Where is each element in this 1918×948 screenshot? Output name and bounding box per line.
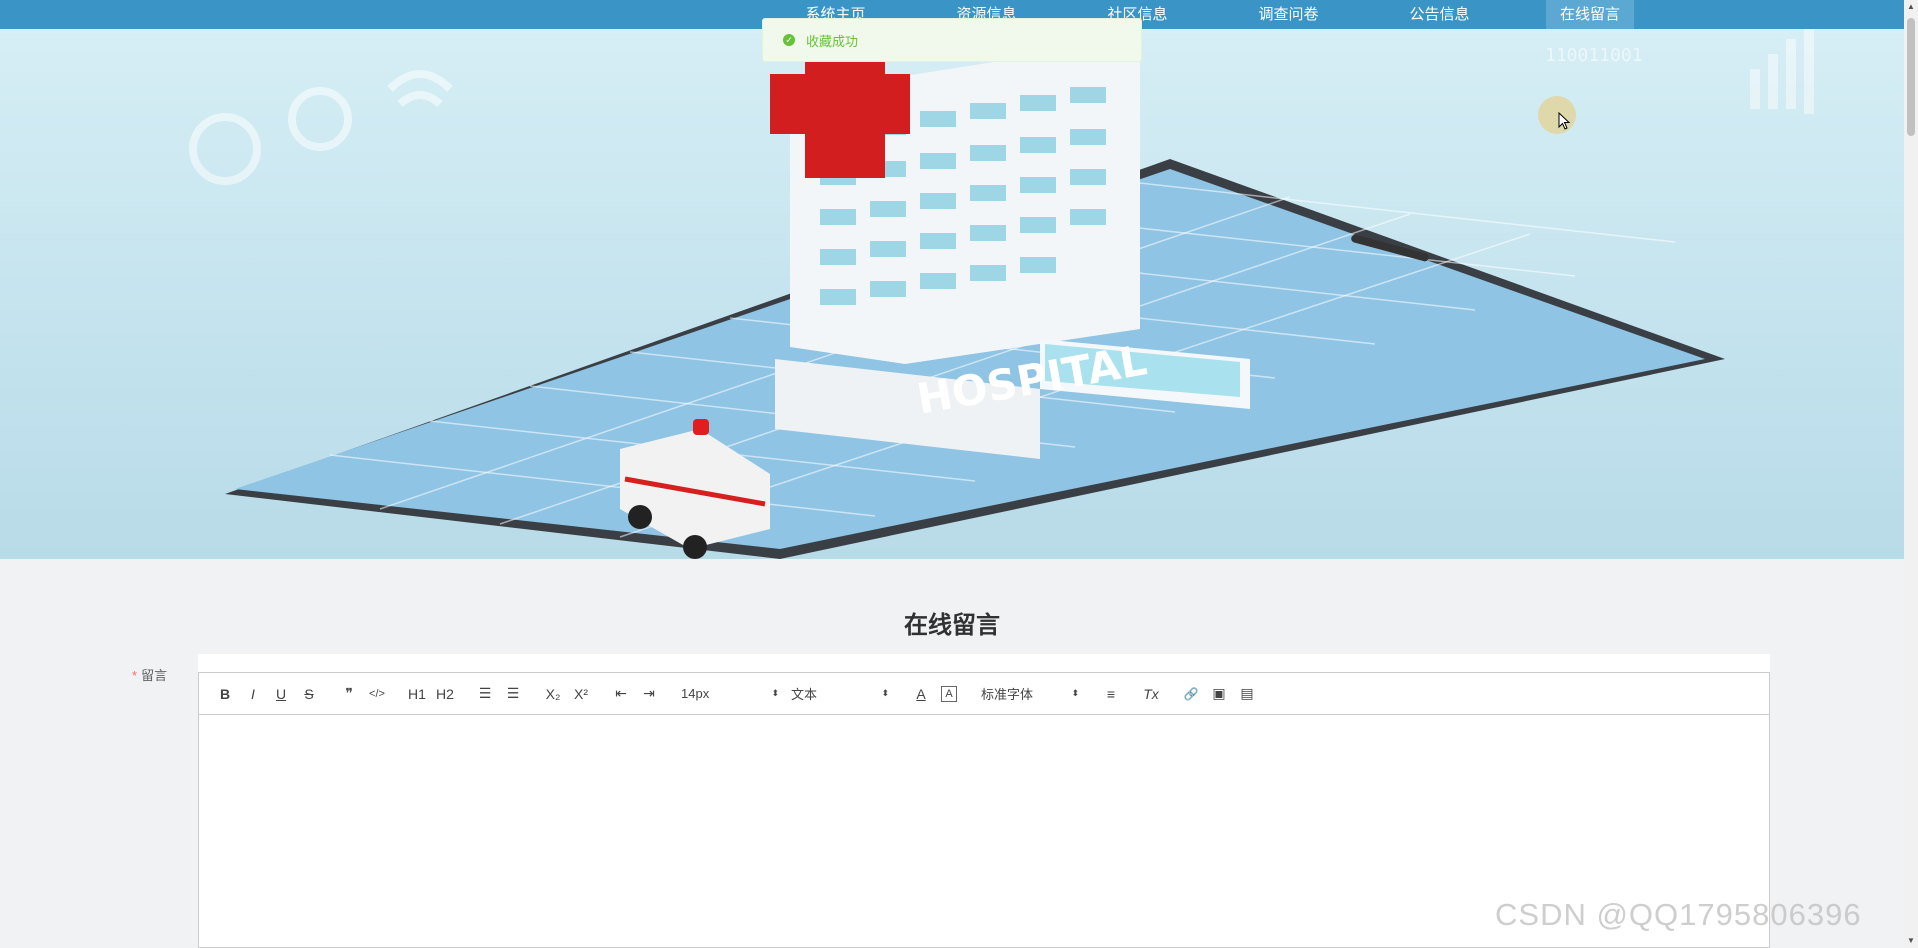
- page-scrollbar[interactable]: ▲ ▼: [1904, 0, 1918, 948]
- required-mark: *: [132, 668, 138, 683]
- image-button[interactable]: ▣: [1205, 680, 1233, 708]
- ordered-list-button[interactable]: ☰: [471, 680, 499, 708]
- font-size-value: 14px: [681, 686, 710, 701]
- check-circle-icon: ✓: [783, 34, 795, 46]
- indent-button[interactable]: ⇥: [635, 680, 663, 708]
- font-size-select[interactable]: 14px ⬍: [675, 680, 785, 708]
- nav-item-survey[interactable]: 调查问卷: [1213, 0, 1364, 29]
- header-value: 文本: [791, 687, 818, 702]
- banner-carousel: 110011001 HOSPITAL: [0, 29, 1904, 559]
- h1-button[interactable]: H1: [403, 680, 431, 708]
- nav-item-notices[interactable]: 公告信息: [1364, 0, 1515, 29]
- nav-item-messages[interactable]: 在线留言: [1546, 0, 1634, 29]
- outdent-button[interactable]: ⇤: [607, 680, 635, 708]
- scroll-up-icon[interactable]: ▲: [1904, 0, 1918, 14]
- binary-text: 110011001: [1545, 45, 1643, 66]
- italic-button[interactable]: I: [239, 680, 267, 708]
- scroll-thumb[interactable]: [1907, 18, 1915, 136]
- superscript-button[interactable]: X²: [567, 680, 595, 708]
- chevron-updown-icon: ⬍: [881, 688, 889, 698]
- align-button[interactable]: ≡: [1097, 680, 1125, 708]
- font-family-select[interactable]: 标准字体 ⬍: [975, 680, 1085, 708]
- mouse-pointer-icon: [1558, 112, 1570, 130]
- success-toast: ✓ 收藏成功: [762, 18, 1142, 62]
- signal-bars-icon: [1750, 29, 1814, 114]
- background-color-button[interactable]: A: [941, 685, 957, 702]
- video-button[interactable]: ▤: [1233, 680, 1261, 708]
- bullet-list-button[interactable]: ☰: [499, 680, 527, 708]
- cursor-highlight: [1538, 96, 1576, 134]
- font-color-button[interactable]: A: [907, 680, 935, 708]
- csdn-watermark: CSDN @QQ1795806396: [1495, 897, 1862, 932]
- clear-format-button[interactable]: Tx: [1137, 680, 1165, 708]
- chevron-updown-icon: ⬍: [1071, 688, 1079, 698]
- banner-image: 110011001 HOSPITAL: [189, 29, 1814, 559]
- page-title: 在线留言: [904, 612, 1000, 639]
- editor-top-strip: [198, 654, 1770, 672]
- subscript-button[interactable]: X₂: [539, 680, 567, 708]
- code-block-button[interactable]: </>: [363, 680, 391, 708]
- underline-button[interactable]: U: [267, 680, 295, 708]
- wifi-icon: [189, 70, 453, 185]
- blockquote-button[interactable]: ❞: [335, 680, 363, 708]
- editor-toolbar: B I U S ❞ </> H1 H2 ☰ ☰ X₂ X² ⇤ ⇥ 14px ⬍…: [199, 673, 1769, 715]
- bold-button[interactable]: B: [211, 680, 239, 708]
- scroll-down-icon[interactable]: ▼: [1904, 934, 1918, 948]
- strike-button[interactable]: S: [295, 680, 323, 708]
- h2-button[interactable]: H2: [431, 680, 459, 708]
- link-button[interactable]: 🔗: [1177, 680, 1205, 708]
- font-family-value: 标准字体: [981, 687, 1034, 702]
- message-label: * 留言: [132, 665, 167, 684]
- message-label-text: 留言: [141, 668, 168, 683]
- toast-message: 收藏成功: [806, 33, 859, 49]
- header-select[interactable]: 文本 ⬍: [785, 680, 895, 708]
- chevron-updown-icon: ⬍: [771, 688, 779, 698]
